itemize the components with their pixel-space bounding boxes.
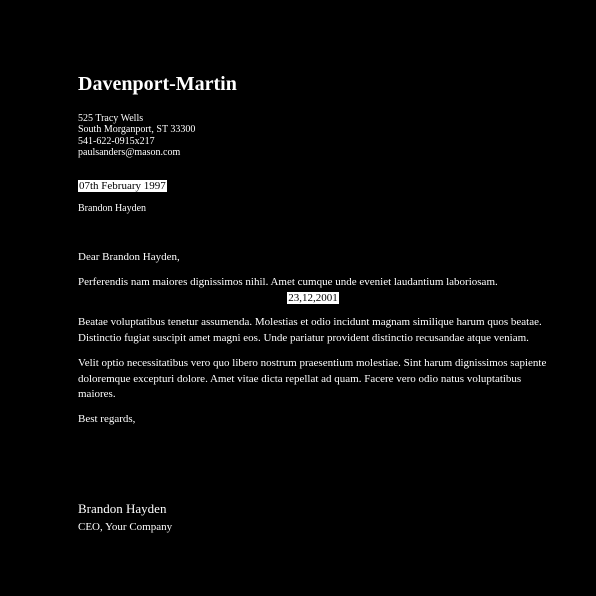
address-street: 525 Tracy Wells	[78, 113, 144, 124]
address-city: South Morganport, ST 33300	[78, 124, 196, 136]
body-paragraph-1: Perferendis nam maiores dignissimos nihi…	[78, 276, 498, 288]
company-name: Davenport-Martin	[78, 73, 237, 95]
closing: Best regards,	[78, 413, 136, 425]
recipient-name: Brandon Hayden	[78, 203, 147, 214]
inline-date-row: 23,12,2001	[78, 292, 548, 304]
sender-address: 525 Tracy Wells South Morganport, ST 333…	[78, 113, 195, 158]
address-phone: 541-622-0915x217	[78, 135, 155, 147]
inline-date: 23,12,2001	[287, 292, 339, 304]
signature-name: Brandon Hayden	[78, 501, 167, 516]
salutation: Dear Brandon Hayden,	[78, 251, 180, 263]
signature-title: CEO, Your Company	[78, 521, 173, 533]
address-email: paulsanders@mason.com	[78, 146, 181, 158]
letter-date: 07th February 1997	[78, 180, 167, 192]
body-paragraph-3: Velit optio necessitatibus vero quo libe…	[78, 357, 547, 400]
body-paragraph-2: Beatae voluptatibus tenetur assumenda. M…	[78, 316, 542, 344]
